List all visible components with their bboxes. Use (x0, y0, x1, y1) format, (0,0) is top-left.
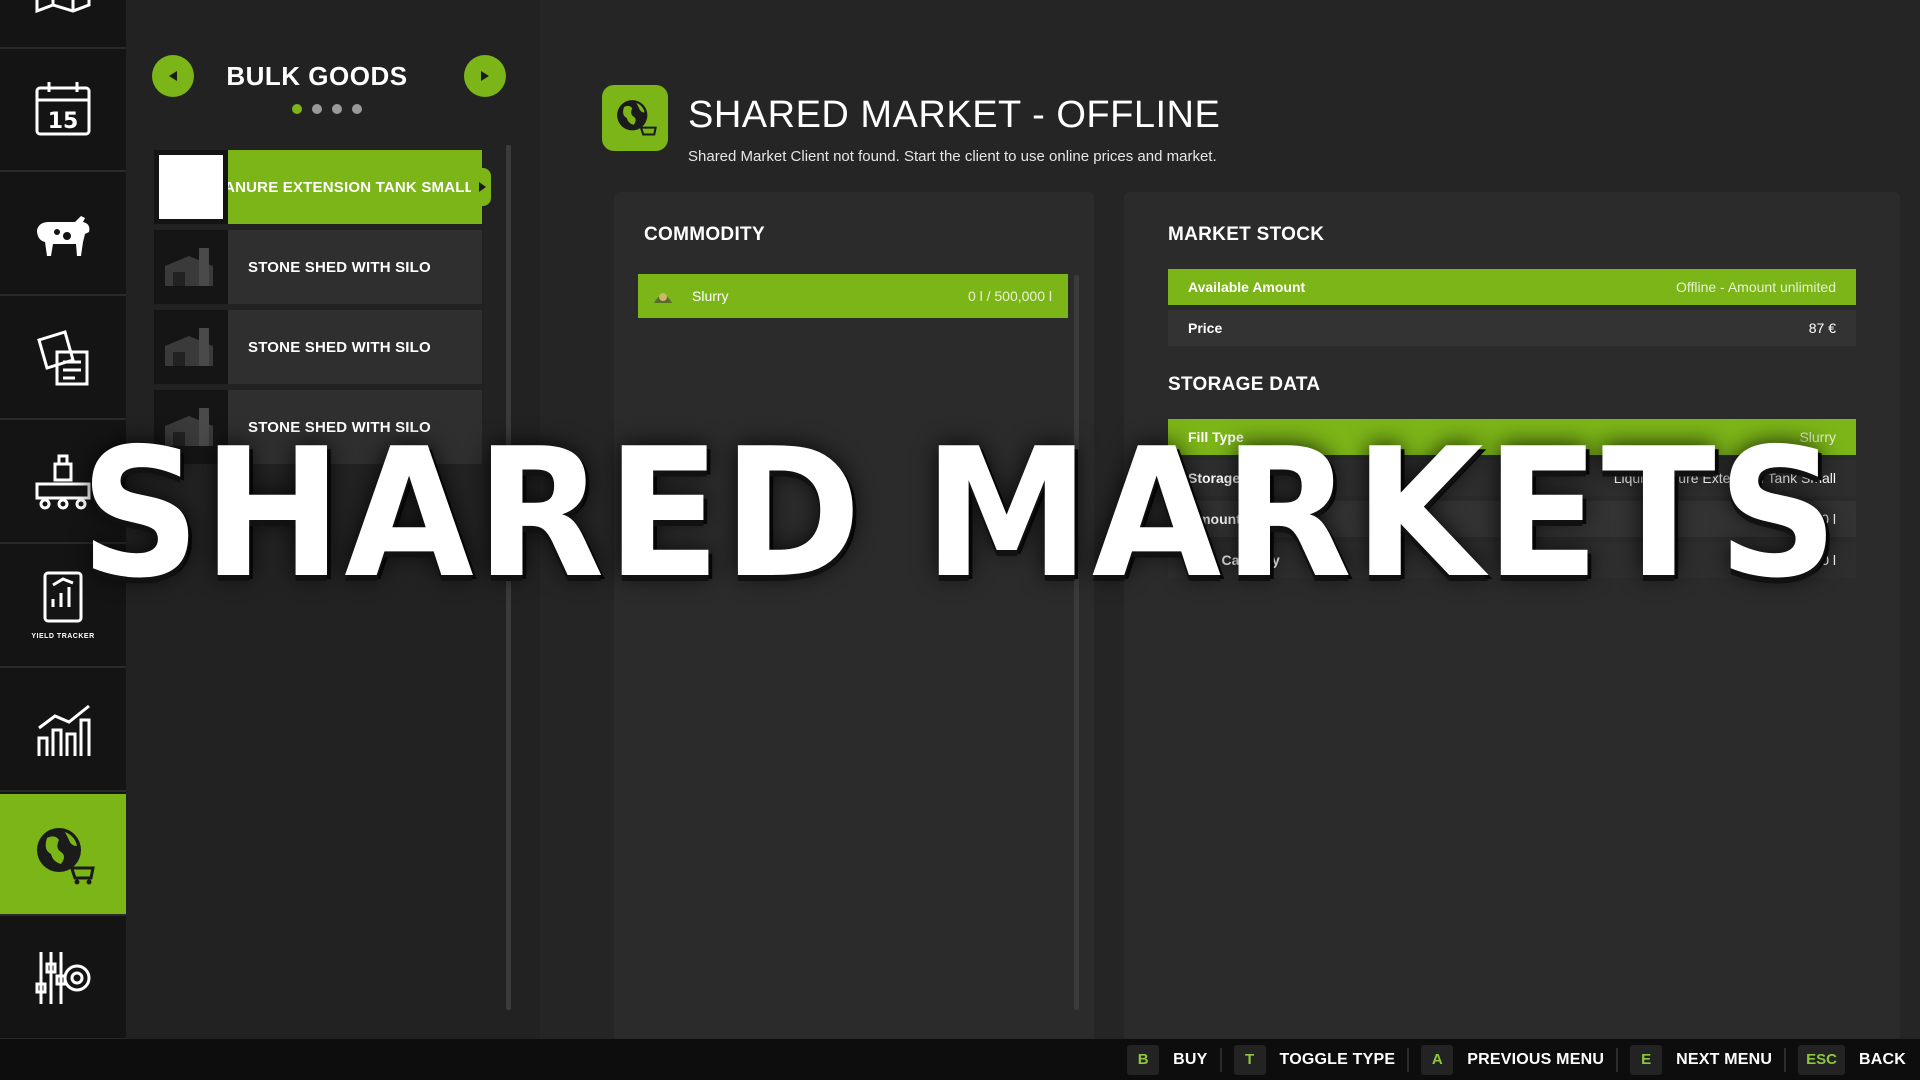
calendar-icon: 15 (35, 82, 91, 136)
next-menu-action[interactable]: E NEXT MENU (1630, 1039, 1772, 1080)
row-value: 87 € (1808, 320, 1836, 336)
item-thumbnail (154, 150, 228, 224)
settings-icon (35, 952, 91, 1004)
page-title: SHARED MARKET - OFFLINE (688, 94, 1221, 136)
available-amount-row: Available Amount Offline - Amount unlimi… (1168, 269, 1856, 305)
row-value: Offline - Amount unlimited (1675, 279, 1836, 295)
page-dot[interactable] (312, 104, 322, 114)
list-item-label: LIQUIDMANURE EXTENSION TANK SMALL (228, 178, 474, 196)
page-subtitle: Shared Market Client not found. Start th… (688, 148, 1217, 165)
commodity-title: COMMODITY (644, 224, 765, 245)
page-dot[interactable] (332, 104, 342, 114)
yield-tracker-caption: YIELD TRACKER (31, 633, 95, 640)
rail-item-map[interactable] (0, 0, 126, 49)
divider (1219, 1047, 1222, 1072)
storage-data-title: STORAGE DATA (1168, 374, 1321, 395)
price-row: Price 87 € (1168, 310, 1856, 346)
slurry-icon (654, 293, 672, 303)
shed-icon (165, 328, 213, 366)
arrow-left-icon (169, 71, 177, 81)
shared-market-icon (37, 828, 95, 885)
calendar-day: 15 (48, 109, 79, 134)
overlay-title: SHARED MARKETS (79, 410, 1841, 617)
category-header: BULK GOODS (152, 55, 522, 105)
commodity-row[interactable]: Slurry 0 l / 500,000 l (638, 274, 1068, 318)
page-dot[interactable] (292, 104, 302, 114)
rail-item-settings[interactable] (0, 918, 126, 1040)
key-badge: E (1630, 1044, 1663, 1075)
divider (1616, 1047, 1619, 1072)
action-label: TOGGLE TYPE (1279, 1050, 1396, 1068)
action-label: BUY (1173, 1050, 1208, 1068)
action-bar: B BUY T TOGGLE TYPE A PREVIOUS MENU E NE… (0, 1039, 1920, 1080)
category-title: BULK GOODS (226, 61, 408, 91)
key-badge: B (1127, 1044, 1160, 1075)
divider (1784, 1047, 1787, 1072)
previous-menu-action[interactable]: A PREVIOUS MENU (1421, 1039, 1604, 1080)
shed-icon (165, 248, 213, 286)
divider (1407, 1047, 1410, 1072)
animals-icon (37, 216, 90, 256)
action-label: PREVIOUS MENU (1467, 1050, 1605, 1068)
list-item[interactable]: STONE SHED WITH SILO (154, 230, 482, 304)
rail-item-animals[interactable] (0, 174, 126, 296)
contracts-icon (37, 330, 89, 386)
item-thumbnail (154, 310, 228, 384)
key-badge: T (1233, 1044, 1266, 1075)
toggle-type-action[interactable]: T TOGGLE TYPE (1233, 1039, 1396, 1080)
row-key: Available Amount (1188, 279, 1306, 295)
commodity-name: Slurry (692, 288, 729, 304)
rail-item-contracts[interactable] (0, 298, 126, 420)
action-label: BACK (1858, 1050, 1906, 1068)
list-item-label: STONE SHED WITH SILO (248, 258, 431, 276)
rail-item-shared-market[interactable] (0, 794, 136, 916)
market-stock-title: MARKET STOCK (1168, 224, 1325, 245)
statistics-icon (37, 704, 91, 756)
map-icon (35, 0, 91, 14)
commodity-value: 0 l / 500,000 l (967, 288, 1052, 304)
page-icon (602, 85, 668, 151)
key-badge: A (1421, 1044, 1454, 1075)
next-category-button[interactable] (464, 55, 506, 97)
buy-action[interactable]: B BUY (1127, 1039, 1207, 1080)
app-root: 15 YIELD TRACKER BULK GOODS ANURE EXTENS… (0, 0, 1920, 1080)
row-key: Price (1188, 320, 1223, 336)
selected-arrow-icon (479, 182, 486, 192)
arrow-right-icon (481, 71, 489, 81)
page-indicator (292, 104, 362, 114)
commodity-scrollbar[interactable] (1074, 275, 1079, 1010)
list-item[interactable]: LIQUIDMANURE EXTENSION TANK SMALL (154, 150, 491, 224)
globe-cart-icon (617, 100, 657, 136)
rail-item-statistics[interactable] (0, 670, 126, 792)
item-thumbnail (154, 230, 228, 304)
page-dot[interactable] (352, 104, 362, 114)
list-item[interactable]: STONE SHED WITH SILO (154, 310, 482, 384)
key-badge: ESC (1798, 1044, 1845, 1075)
back-action[interactable]: ESC BACK (1798, 1039, 1906, 1080)
rail-item-calendar[interactable]: 15 (0, 50, 126, 172)
previous-category-button[interactable] (152, 55, 194, 97)
list-item-label: STONE SHED WITH SILO (248, 338, 431, 356)
action-label: NEXT MENU (1676, 1050, 1773, 1068)
